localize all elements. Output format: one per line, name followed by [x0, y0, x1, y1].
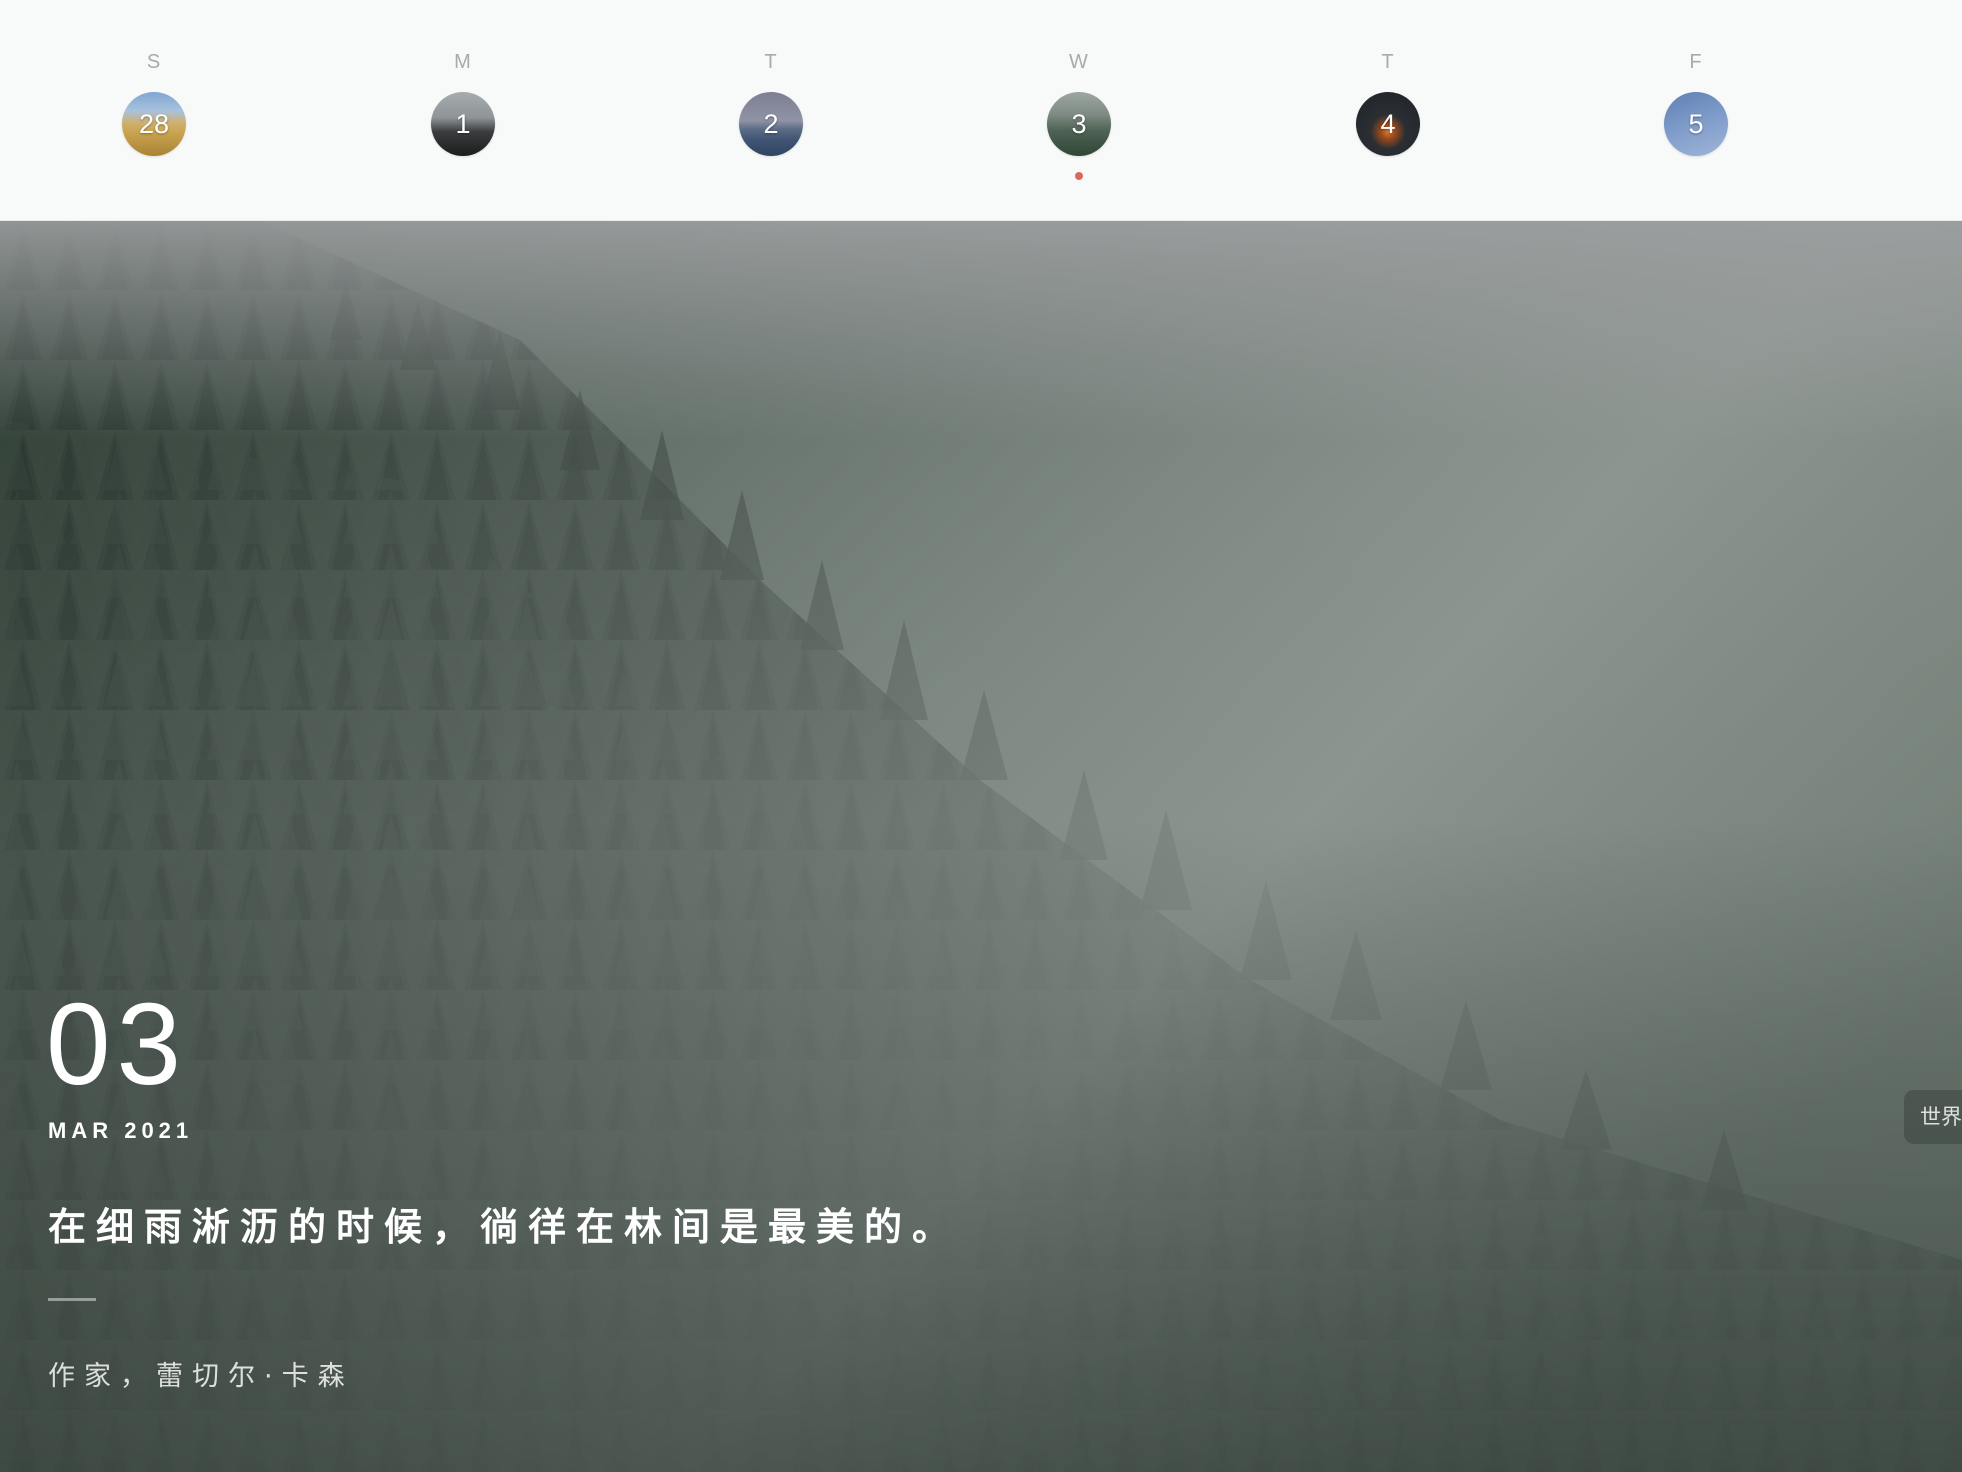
side-tab-world[interactable]: 世界	[1904, 1090, 1962, 1144]
day-thumbnail: 2	[739, 92, 803, 156]
day-thumbnail: 5	[1664, 92, 1728, 156]
hero-day-number: 03	[46, 979, 188, 1109]
day-item-monday[interactable]: M 1	[403, 0, 523, 220]
day-item-tuesday[interactable]: T 2	[711, 0, 831, 220]
hero-photo-misty-forest	[0, 220, 1962, 1472]
quote-divider	[48, 1298, 96, 1301]
day-item-friday[interactable]: F 5	[1636, 0, 1756, 220]
day-letter: F	[1689, 51, 1703, 73]
day-thumbnail: 1	[431, 92, 495, 156]
day-number: 28	[138, 108, 170, 139]
day-letter: W	[1069, 51, 1089, 73]
day-item-sunday[interactable]: S 28	[94, 0, 214, 220]
week-strip: S 28 M 1 T 2 W 3 T 4 F 5	[0, 0, 1962, 221]
day-number: 1	[455, 108, 471, 139]
day-item-wednesday[interactable]: W 3	[1019, 0, 1139, 220]
day-letter: M	[454, 51, 472, 73]
day-number: 2	[763, 108, 779, 139]
day-number: 3	[1071, 108, 1087, 139]
day-thumbnail: 28	[122, 92, 186, 156]
day-thumbnail: 4	[1356, 92, 1420, 156]
day-item-thursday[interactable]: T 4	[1328, 0, 1448, 220]
day-letter: S	[146, 51, 162, 73]
quote-author: 作家，蕾切尔·卡森	[48, 1361, 354, 1392]
day-number: 4	[1380, 108, 1396, 139]
day-thumbnail: 3	[1047, 92, 1111, 156]
forest-illustration	[0, 220, 1962, 1472]
hero-month-year: MAR 2021	[48, 1118, 194, 1143]
daily-quote: 在细雨淅沥的时候，徜徉在林间是最美的。	[48, 1205, 961, 1249]
day-letter: T	[764, 51, 778, 73]
day-number: 5	[1688, 108, 1704, 139]
day-letter: T	[1381, 51, 1395, 73]
selected-day-indicator	[1075, 172, 1083, 180]
